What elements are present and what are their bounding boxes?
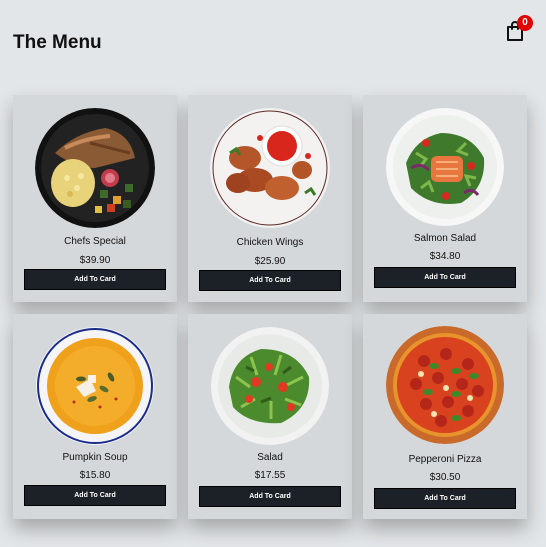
salmon-salad-image	[386, 108, 504, 226]
add-to-cart-button[interactable]: Add To Card	[24, 485, 166, 506]
menu-card-chefs-special: Chefs Special $39.90 Add To Card	[13, 95, 177, 302]
add-to-cart-button[interactable]: Add To Card	[374, 267, 516, 288]
item-price: $30.50	[429, 472, 461, 483]
item-name: Chefs Special	[64, 236, 126, 247]
item-price: $17.55	[254, 470, 286, 481]
item-price: $34.80	[429, 251, 461, 262]
add-to-cart-button[interactable]: Add To Card	[199, 270, 341, 291]
menu-card-pepperoni-pizza: Pepperoni Pizza $30.50 Add To Card	[363, 314, 527, 519]
cart-button[interactable]: 0	[505, 15, 533, 42]
salad-image	[211, 327, 329, 445]
cart-count-badge: 0	[517, 15, 533, 31]
menu-card-salmon-salad: Salmon Salad $34.80 Add To Card	[363, 95, 527, 302]
item-price: $39.90	[79, 255, 111, 266]
page-title: The Menu	[13, 32, 102, 53]
chefs-special-image	[35, 108, 155, 228]
chicken-wings-image	[210, 108, 330, 228]
menu-card-chicken-wings: Chicken Wings $25.90 Add To Card	[188, 95, 352, 302]
menu-card-salad: Salad $17.55 Add To Card	[188, 314, 352, 519]
header: The Menu 0	[0, 0, 546, 80]
item-name: Chicken Wings	[236, 237, 304, 248]
pepperoni-pizza-image	[386, 326, 504, 444]
add-to-cart-button[interactable]: Add To Card	[24, 269, 166, 290]
add-to-cart-button[interactable]: Add To Card	[199, 486, 341, 507]
item-name: Salad	[257, 452, 283, 463]
add-to-cart-button[interactable]: Add To Card	[374, 488, 516, 509]
item-name: Pumpkin Soup	[62, 452, 128, 463]
menu-card-pumpkin-soup: Pumpkin Soup $15.80 Add To Card	[13, 314, 177, 519]
item-name: Pepperoni Pizza	[408, 454, 482, 465]
pumpkin-soup-image	[36, 327, 154, 445]
item-price: $15.80	[79, 470, 111, 481]
item-price: $25.90	[254, 256, 286, 267]
item-name: Salmon Salad	[413, 233, 477, 244]
